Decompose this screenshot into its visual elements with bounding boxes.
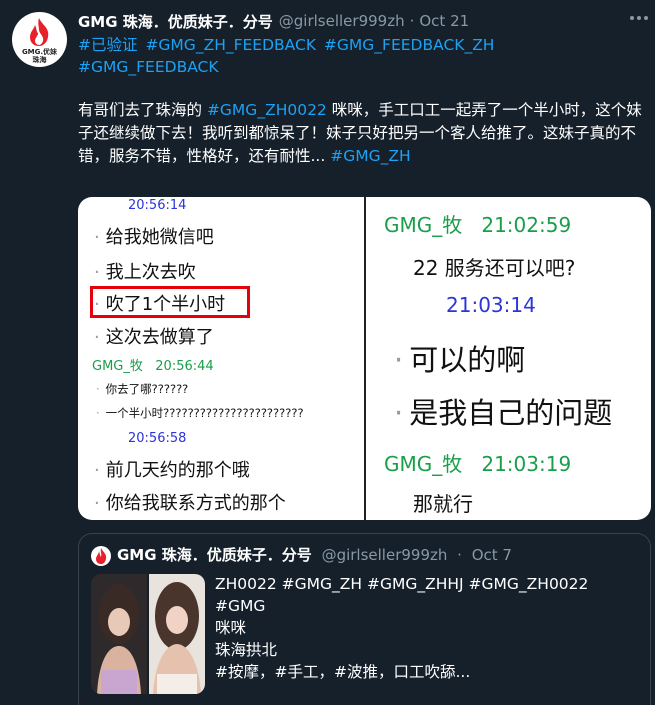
author-handle[interactable]: @girlseller999zh — [279, 12, 405, 30]
hashtag-link[interactable]: #GMG_FEEDBACK — [78, 58, 219, 76]
quoted-media[interactable] — [91, 574, 205, 694]
quoted-text-line: 珠海拱北 — [215, 641, 278, 659]
chat-message: · 可以的啊 — [394, 343, 526, 377]
hashtag-link[interactable]: #已验证 — [78, 36, 138, 54]
quoted-date[interactable]: Oct 7 — [472, 546, 512, 564]
chat-message: · 你去了哪?????? — [96, 382, 189, 396]
chat-message: · 给我她微信吧 — [94, 227, 214, 248]
chat-message: 22 服务还可以吧? — [413, 256, 576, 280]
separator-dot: · — [409, 12, 415, 30]
quoted-body: ZH0022 #GMG_ZH #GMG_ZHHJ #GMG_ZH0022 #GM… — [215, 573, 635, 683]
quoted-text-line: ZH0022 #GMG_ZH #GMG_ZHHJ #GMG_ZH0022 — [215, 575, 589, 593]
tweet-body: 有哥们去了珠海的 #GMG_ZH0022 咪咪，手工口工一起弄了一个半小时，这个… — [78, 99, 646, 168]
quoted-author-name[interactable]: GMG 珠海．优质妹子．分号 — [117, 546, 312, 564]
quoted-text-line: 咪咪 — [215, 619, 247, 637]
chat-message: · 你给我联系方式的那个 — [94, 493, 286, 514]
author-name[interactable]: GMG 珠海．优质妹子．分号 — [78, 11, 273, 32]
hashtag-link[interactable]: #GMG_ZH0022 — [207, 101, 327, 119]
photo-thumbnail[interactable] — [91, 574, 147, 694]
chat-panel-left: 20:56:14 · 给我她微信吧 · 我上次去吹 · 吹了1个半小时 · 这次去做算了… — [78, 197, 364, 520]
chat-message: 那就行 — [413, 492, 473, 516]
chat-sender: GMG_牧 21:03:19 — [384, 452, 572, 476]
quoted-author-handle[interactable]: @girlseller999zh — [322, 546, 448, 564]
highlight-box — [90, 286, 250, 318]
avatar-logo-text: GMG.优妹 珠海 — [21, 48, 58, 64]
quoted-text-line: #GMG — [215, 597, 266, 615]
chat-sender: GMG_牧 20:56:44 — [92, 359, 214, 374]
tweet-header: GMG 珠海．优质妹子．分号 @girlseller999zh · Oct 21 — [78, 10, 469, 32]
chat-screenshot-image[interactable]: 20:56:14 · 给我她微信吧 · 我上次去吹 · 吹了1个半小时 · 这次去做算了… — [78, 197, 651, 520]
chat-panel-right: GMG_牧 21:02:59 22 服务还可以吧? 21:03:14 · 可以的啊… — [366, 197, 651, 520]
hashtag-list: #已验证 #GMG_ZH_FEEDBACK #GMG_FEEDBACK_ZH #… — [78, 34, 638, 78]
avatar[interactable]: GMG.优妹 珠海 — [12, 12, 67, 67]
photo-thumbnail[interactable] — [149, 574, 205, 694]
hashtag-link[interactable]: #GMG_ZH — [330, 147, 410, 165]
chat-timestamp: 21:03:14 — [446, 293, 536, 317]
flame-logo-icon — [30, 18, 49, 46]
more-options-icon[interactable] — [628, 10, 650, 26]
separator-dot: · — [457, 546, 462, 564]
flame-logo-icon — [96, 548, 107, 564]
quoted-text-line: #按摩，#手工，#波推，口工吹舔... — [215, 663, 471, 681]
chat-message: · 前几天约的那个哦 — [94, 460, 250, 481]
chat-message: · 这次去做算了 — [94, 327, 214, 348]
quoted-avatar[interactable] — [91, 546, 111, 566]
chat-message: · 我上次去吹 — [94, 262, 196, 283]
chat-timestamp: 20:56:14 — [128, 198, 187, 213]
chat-sender: GMG_牧 21:02:59 — [384, 213, 572, 237]
body-text-part: 有哥们去了珠海的 — [78, 101, 207, 119]
quoted-header: GMG 珠海．优质妹子．分号 @girlseller999zh · Oct 7 — [117, 544, 512, 565]
chat-message: · 是我自己的问题 — [394, 396, 613, 430]
chat-message: · 一个半小时??????????????????????? — [96, 406, 304, 420]
hashtag-link[interactable]: #GMG_ZH_FEEDBACK — [145, 36, 316, 54]
quoted-tweet[interactable]: GMG 珠海．优质妹子．分号 @girlseller999zh · Oct 7 — [78, 533, 651, 705]
tweet-date[interactable]: Oct 21 — [419, 12, 469, 30]
chat-timestamp: 20:56:58 — [128, 431, 187, 446]
hashtag-link[interactable]: #GMG_FEEDBACK_ZH — [324, 36, 495, 54]
tweet[interactable]: GMG.优妹 珠海 GMG 珠海．优质妹子．分号 @girlseller999z… — [0, 0, 655, 705]
